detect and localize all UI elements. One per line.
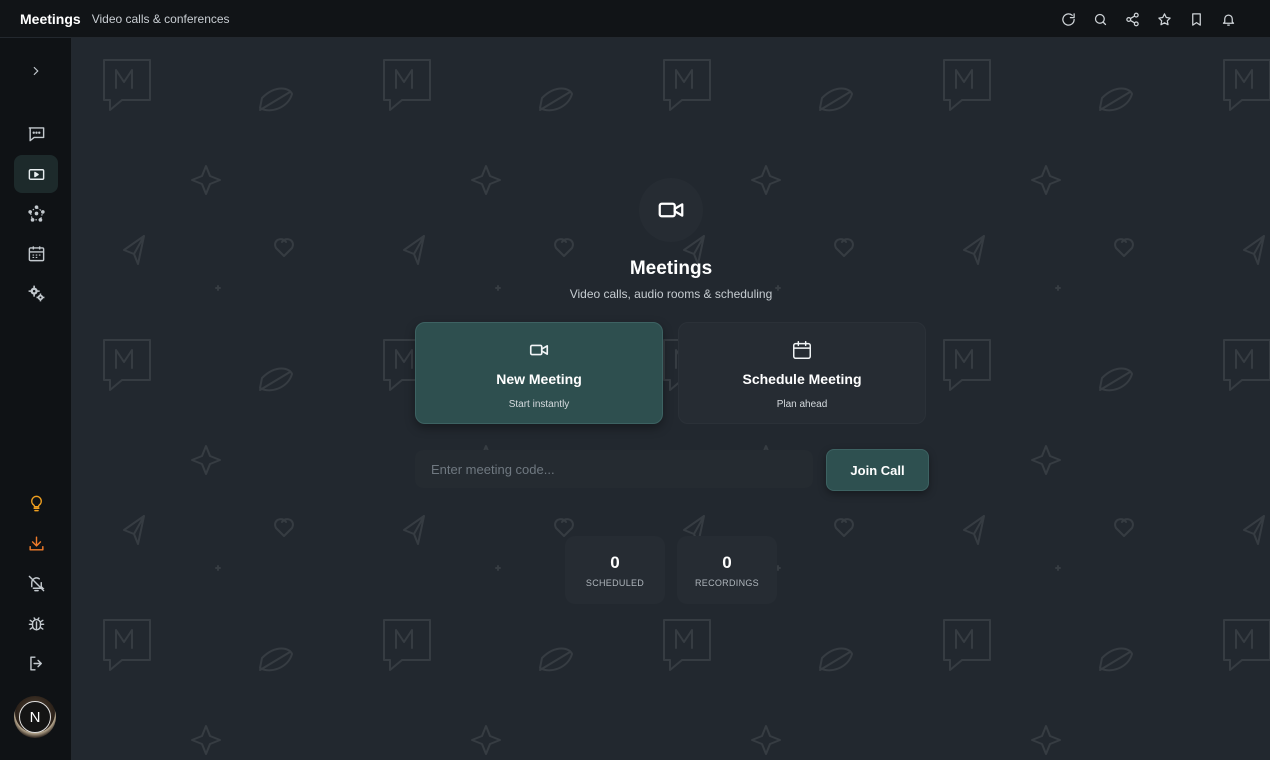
scheduled-label: SCHEDULED xyxy=(585,578,645,588)
network-icon xyxy=(27,204,45,222)
bell-off-icon xyxy=(28,575,45,591)
star-icon[interactable] xyxy=(1148,0,1180,38)
calendar-icon xyxy=(28,245,44,261)
schedule-meeting-button[interactable]: Schedule Meeting Plan ahead xyxy=(678,322,926,424)
settings-icon xyxy=(28,285,44,301)
bookmark-icon[interactable] xyxy=(1180,0,1212,38)
recordings-count: 0 xyxy=(722,553,732,572)
video-icon xyxy=(28,168,44,180)
download-icon xyxy=(28,535,44,551)
lightbulb-icon xyxy=(30,495,42,511)
new-meeting-button[interactable]: New Meeting Start instantly xyxy=(415,322,663,424)
new-meeting-title: New Meeting xyxy=(496,371,582,387)
share-icon[interactable] xyxy=(1116,0,1148,38)
sidebar-item-calendar[interactable] xyxy=(14,234,58,272)
top-actions xyxy=(1052,0,1244,38)
chat-icon xyxy=(28,126,44,141)
sidebar-item-meetings[interactable] xyxy=(14,155,58,193)
sidebar-item-download[interactable] xyxy=(14,524,58,562)
avatar-letter: N xyxy=(19,701,51,733)
new-meeting-subtitle: Start instantly xyxy=(508,399,570,410)
bug-icon xyxy=(28,616,44,631)
scheduled-stat: 0 SCHEDULED xyxy=(565,536,665,604)
logout-icon xyxy=(29,655,42,671)
hero-icon xyxy=(639,178,703,242)
sidebar-item-settings[interactable] xyxy=(14,274,58,312)
sidebar-item-logout[interactable] xyxy=(14,644,58,682)
page-subtitle: Video calls, audio rooms & scheduling xyxy=(569,287,773,301)
scheduled-count: 0 xyxy=(610,553,620,572)
main-content: Meetings Video calls, audio rooms & sche… xyxy=(72,38,1270,760)
refresh-icon[interactable] xyxy=(1052,0,1084,38)
sidebar: N xyxy=(0,38,72,760)
bell-icon[interactable] xyxy=(1212,0,1244,38)
avatar[interactable]: N xyxy=(14,696,56,738)
sidebar-item-mute-notifications[interactable] xyxy=(14,564,58,602)
sidebar-item-tips[interactable] xyxy=(14,484,58,522)
top-bar: Meetings Video calls & conferences xyxy=(0,0,1270,38)
video-camera-icon xyxy=(416,339,662,361)
join-call-button[interactable]: Join Call xyxy=(826,449,929,491)
meeting-code-input[interactable] xyxy=(415,450,813,488)
sidebar-item-report-bug[interactable] xyxy=(14,604,58,642)
chevron-right-icon xyxy=(33,66,39,76)
recordings-label: RECORDINGS xyxy=(694,578,759,588)
sidebar-item-chat[interactable] xyxy=(14,114,58,152)
page-title: Meetings xyxy=(629,258,713,279)
app-title: Meetings xyxy=(20,10,81,27)
background-pattern xyxy=(72,38,1270,760)
app-subtitle: Video calls & conferences xyxy=(91,11,230,26)
sidebar-item-network[interactable] xyxy=(14,194,58,232)
search-icon[interactable] xyxy=(1084,0,1116,38)
video-camera-icon xyxy=(658,202,684,218)
recordings-stat: 0 RECORDINGS xyxy=(677,536,777,604)
schedule-meeting-title: Schedule Meeting xyxy=(742,371,862,387)
calendar-icon xyxy=(679,339,925,361)
sidebar-expand-button[interactable] xyxy=(14,52,58,90)
schedule-meeting-subtitle: Plan ahead xyxy=(776,399,828,410)
